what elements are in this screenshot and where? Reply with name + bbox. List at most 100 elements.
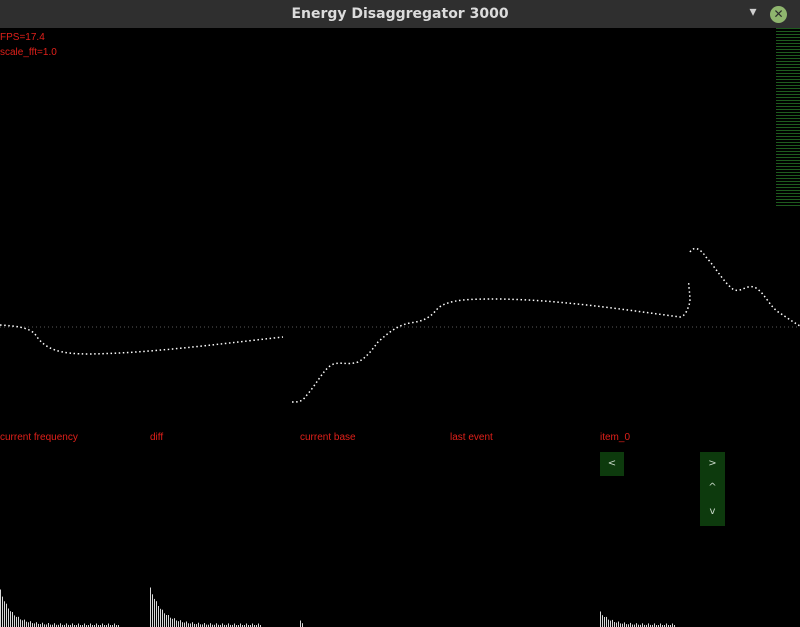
- spectrum-bar: [610, 620, 611, 627]
- scroll-down-button[interactable]: v: [700, 500, 725, 524]
- spectrum-bar: [672, 623, 673, 627]
- spectrum-bar: [166, 615, 167, 627]
- spectrum-bar: [20, 619, 21, 627]
- spectrum-bar: [240, 623, 241, 627]
- nav-button-column: > ^ v: [700, 452, 725, 526]
- spectrum-bar: [630, 622, 631, 627]
- spectrum-bar: [184, 622, 185, 627]
- spectrum-bar: [648, 623, 649, 627]
- spectrum-bar: [32, 623, 33, 627]
- spectrum-bar: [210, 623, 211, 627]
- spectrum-bar: [300, 620, 301, 627]
- spectrum-bar: [188, 623, 189, 627]
- spectrum-bar: [612, 619, 613, 627]
- spectrum-bar: [624, 622, 625, 627]
- spectrum-bar: [258, 623, 259, 627]
- spectrum-bar: [170, 617, 171, 627]
- spectrum-bar: [642, 623, 643, 627]
- spectrum-bar: [72, 623, 73, 627]
- spectrum-bar: [16, 616, 17, 627]
- spectrum-bar: [4, 601, 5, 627]
- spectrum-item: [600, 611, 675, 627]
- spectrum-bar: [604, 617, 605, 627]
- spectrum-bar: [178, 621, 179, 627]
- spectrum-bar: [618, 621, 619, 627]
- spectrum-bar: [602, 615, 603, 627]
- spectrum-bar: [66, 623, 67, 627]
- spectrum-bar: [158, 606, 159, 627]
- spectrum-bar: [90, 623, 91, 627]
- panel-label-last-event: last event: [450, 432, 493, 443]
- spectrum-bar: [606, 616, 607, 627]
- panel-label-current-frequency: current frequency: [0, 432, 78, 443]
- spectrum-bar: [114, 623, 115, 627]
- spectrum-bar: [78, 623, 79, 627]
- spectrum-bar: [654, 623, 655, 627]
- waveform-plot: [0, 247, 800, 403]
- spectrum-bar: [60, 623, 61, 627]
- spectrum-bar: [2, 596, 3, 627]
- spectrum-bar: [150, 587, 151, 627]
- spectrum-current-frequency: [0, 589, 119, 627]
- spectrum-bar: [24, 619, 25, 627]
- spectrum-bar: [168, 615, 169, 627]
- prev-item-button[interactable]: <: [600, 452, 624, 476]
- spectrum-bar: [190, 623, 191, 627]
- spectrum-bar: [34, 623, 35, 627]
- panel-label-current-base: current base: [300, 432, 356, 443]
- spectrum-bar: [84, 623, 85, 627]
- panel-label-diff: diff: [150, 432, 164, 443]
- spectrum-bar: [28, 622, 29, 627]
- spectrum-bar: [600, 611, 601, 627]
- spectrum-bar: [26, 621, 27, 627]
- spectrum-bar: [616, 622, 617, 627]
- spectrum-bar: [8, 608, 9, 627]
- spectrum-bar: [636, 623, 637, 627]
- spectrum-bar: [160, 608, 161, 627]
- spectrum-bar: [252, 623, 253, 627]
- spectrum-current-base: [300, 620, 303, 627]
- waveform-curve: [0, 247, 800, 403]
- spectrum-bar: [234, 623, 235, 627]
- window-title: Energy Disaggregator 3000: [291, 6, 509, 22]
- spectrum-bar: [660, 623, 661, 627]
- next-item-button[interactable]: >: [700, 452, 725, 476]
- spectrum-bar: [176, 620, 177, 627]
- spectrum-bar: [12, 612, 13, 627]
- spectrum-bar: [42, 622, 43, 627]
- spectrum-bar: [182, 622, 183, 627]
- spectrum-bar: [620, 623, 621, 627]
- spectrum-bar: [172, 618, 173, 627]
- spectrum-bar: [192, 622, 193, 627]
- spectrum-bar: [6, 603, 7, 627]
- spectrum-bar: [22, 620, 23, 627]
- close-button[interactable]: ✕: [770, 6, 787, 23]
- spectrum-bar: [152, 594, 153, 627]
- spectrum-bar: [614, 622, 615, 627]
- spectrum-bar: [164, 613, 165, 627]
- spectrum-bar: [302, 623, 303, 627]
- spectrum-bar: [174, 618, 175, 627]
- panel-label-item: item_0: [600, 432, 631, 443]
- spectrum-bar: [30, 621, 31, 627]
- spectrum-bar: [18, 616, 19, 627]
- scroll-up-button[interactable]: ^: [700, 476, 725, 500]
- spectrum-bar: [198, 622, 199, 627]
- spectrum-bar: [108, 623, 109, 627]
- spectrum-bar: [204, 623, 205, 627]
- spectrum-bar: [608, 619, 609, 627]
- spectrum-bar: [36, 622, 37, 627]
- spectrum-bar: [666, 623, 667, 627]
- spectrum-bar: [156, 601, 157, 627]
- spectrum-bar: [10, 611, 11, 627]
- spectrum-bar: [48, 623, 49, 627]
- spectrum-bar: [0, 589, 1, 627]
- spectrum-bar: [180, 620, 181, 627]
- spectrum-bar: [54, 623, 55, 627]
- spectrum-bar: [186, 621, 187, 627]
- spectrum-bar: [102, 623, 103, 627]
- spectrum-bar: [96, 623, 97, 627]
- spectrum-bar: [14, 615, 15, 627]
- spectrum-bar: [228, 623, 229, 627]
- minimize-button[interactable]: ▾: [746, 5, 760, 19]
